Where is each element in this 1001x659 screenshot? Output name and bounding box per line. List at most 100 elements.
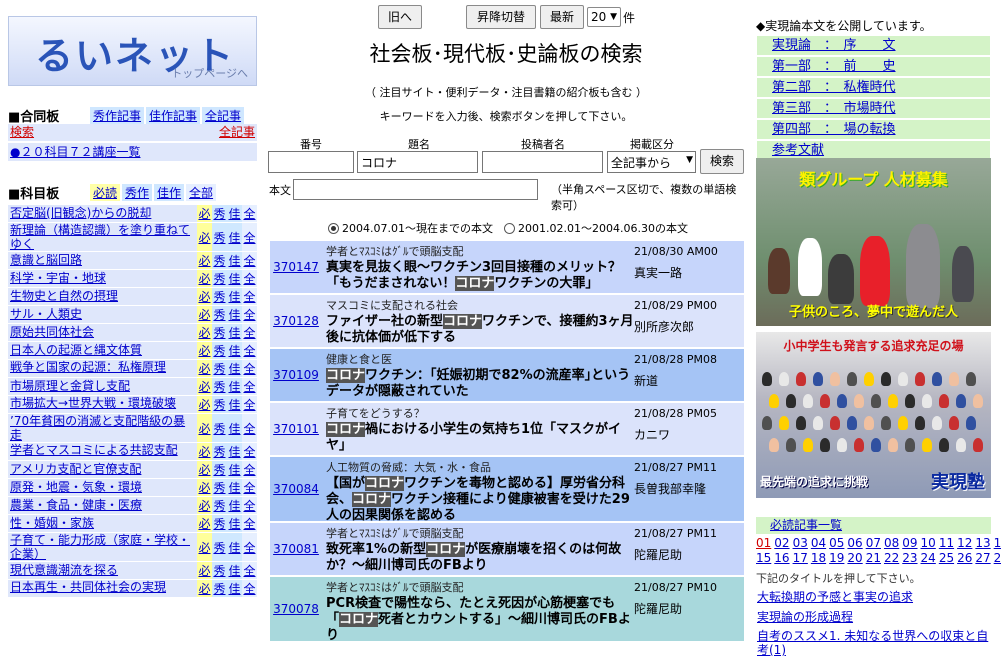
subject-hitsu-link[interactable]: 必 xyxy=(197,533,212,561)
must-read-page-link[interactable]: 05 xyxy=(829,536,844,550)
subject-link[interactable]: 否定脳(旧観念)からの脱却 xyxy=(8,205,197,222)
subject-hitsu-link[interactable]: 必 xyxy=(197,205,212,222)
subject-hitsu-link[interactable]: 必 xyxy=(197,461,212,478)
subject-shu-link[interactable]: 秀 xyxy=(212,378,227,395)
subject-link[interactable]: 原発・地震・気象・環境 xyxy=(8,479,197,496)
subject-zen-link[interactable]: 全 xyxy=(242,270,257,287)
must-read-page-link[interactable]: 07 xyxy=(866,536,881,550)
subject-ka-link[interactable]: 佳 xyxy=(227,497,242,514)
theory-link[interactable]: 実現論 ： 序 文 xyxy=(757,36,990,55)
subject-zen-link[interactable]: 全 xyxy=(242,360,257,377)
result-title-link[interactable]: 【国がコロナワクチンを毒物と認める】厚労省分科会、コロナワクチン接種により健康被… xyxy=(326,476,634,524)
subject-shu-link[interactable]: 秀 xyxy=(212,515,227,532)
title-input[interactable]: コロナ xyxy=(357,151,478,173)
subject-shu-link[interactable]: 秀 xyxy=(212,324,227,341)
subject-link[interactable]: 生物史と自然の摂理 xyxy=(8,288,197,305)
must-read-page-link[interactable]: 13 xyxy=(975,536,990,550)
subject-hitsu-link[interactable]: 必 xyxy=(197,270,212,287)
must-read-page-link[interactable]: 15 xyxy=(756,551,771,565)
subject-ka-link[interactable]: 佳 xyxy=(227,252,242,269)
subject-zen-link[interactable]: 全 xyxy=(242,497,257,514)
category-select[interactable]: 全記事から ▼ xyxy=(607,151,696,173)
must-read-page-link[interactable]: 14 xyxy=(994,536,1001,550)
subject-link[interactable]: 農業・食品・健康・医療 xyxy=(8,497,197,514)
must-read-page-link[interactable]: 12 xyxy=(957,536,972,550)
subject-shu-link[interactable]: 秀 xyxy=(212,288,227,305)
subject-ka-link[interactable]: 佳 xyxy=(227,205,242,222)
must-read-page-link[interactable]: 04 xyxy=(811,536,826,550)
subject-shu-link[interactable]: 秀 xyxy=(212,360,227,377)
subject-ka-link[interactable]: 佳 xyxy=(227,342,242,359)
subject-shu-link[interactable]: 秀 xyxy=(212,443,227,460)
subject-shu-link[interactable]: 秀 xyxy=(212,497,227,514)
subject-link[interactable]: 意識と脳回路 xyxy=(8,252,197,269)
subject-hitsu-link[interactable]: 必 xyxy=(197,223,212,251)
sort-toggle-button[interactable]: 昇降切替 xyxy=(466,5,536,29)
subject-ka-link[interactable]: 佳 xyxy=(227,378,242,395)
subject-zen-link[interactable]: 全 xyxy=(242,288,257,305)
subject-link[interactable]: 子育て・能力形成（家庭・学校・企業） xyxy=(8,533,197,561)
count-select[interactable]: 20 ▼ xyxy=(587,7,621,27)
subject-ka-link[interactable]: 佳 xyxy=(227,562,242,579)
subject-link[interactable]: ’70年貧困の消滅と支配階級の暴走 xyxy=(8,414,197,442)
body-input[interactable] xyxy=(293,179,538,200)
result-title-link[interactable]: コロナ禍における小学生の気持ち1位「マスクがイヤ」 xyxy=(326,422,634,454)
subject-link[interactable]: 日本再生・共同体社会の実現 xyxy=(8,580,197,597)
subject-ka-link[interactable]: 佳 xyxy=(227,223,242,251)
subject-zen-link[interactable]: 全 xyxy=(242,252,257,269)
result-category[interactable]: 健康と食と医 xyxy=(326,351,392,368)
subject-shu-link[interactable]: 秀 xyxy=(212,562,227,579)
subject-zen-link[interactable]: 全 xyxy=(242,306,257,323)
subject-shu-link[interactable]: 秀 xyxy=(212,342,227,359)
must-read-page-link[interactable]: 03 xyxy=(793,536,808,550)
subject-zen-link[interactable]: 全 xyxy=(242,443,257,460)
subject-hitsu-link[interactable]: 必 xyxy=(197,306,212,323)
subject-hitsu-link[interactable]: 必 xyxy=(197,396,212,413)
subject-ka-link[interactable]: 佳 xyxy=(227,443,242,460)
subject-link[interactable]: 科学・宇宙・地球 xyxy=(8,270,197,287)
must-read-page-link[interactable]: 19 xyxy=(829,551,844,565)
subject-hitsu-link[interactable]: 必 xyxy=(197,443,212,460)
subject-shu-link[interactable]: 秀 xyxy=(212,306,227,323)
subject-hitsu-link[interactable]: 必 xyxy=(197,342,212,359)
subject-zen-link[interactable]: 全 xyxy=(242,324,257,341)
result-category[interactable]: 人工物質の脅威：大気・水・食品 xyxy=(326,459,491,476)
subject-link[interactable]: サル・人類史 xyxy=(8,306,197,323)
subject-ka-link[interactable]: 佳 xyxy=(227,580,242,597)
range-old-radio[interactable]: 2001.02.01～2004.06.30の本文 xyxy=(504,220,688,236)
result-title-link[interactable]: コロナワクチン：｢妊娠初期で82%の流産率｣というデータが隠蔽されていた xyxy=(326,368,634,400)
top-page-link[interactable]: トップページへ xyxy=(171,65,248,81)
result-id-link[interactable]: 370128 xyxy=(273,314,319,328)
subject-zen-link[interactable]: 全 xyxy=(242,580,257,597)
subject-shu-link[interactable]: 秀 xyxy=(212,252,227,269)
result-category[interactable]: 学者とﾏｽｺﾐはｸﾞﾙで頭脳支配 xyxy=(326,243,464,260)
subject-shu-link[interactable]: 秀 xyxy=(212,533,227,561)
subject-zen-link[interactable]: 全 xyxy=(242,479,257,496)
result-title-link[interactable]: PCR検査で陽性なら、たとえ死因が心筋梗塞でも「コロナ死者とカウントする」～細川… xyxy=(326,596,634,644)
result-title-link[interactable]: 真実を見抜く眼～ワクチン3回目接種のメリット？「もうだまされない！コロナワクチン… xyxy=(326,260,634,292)
subject-hitsu-link[interactable]: 必 xyxy=(197,580,212,597)
result-id-link[interactable]: 370109 xyxy=(273,368,319,382)
must-read-page-link[interactable]: 06 xyxy=(847,536,862,550)
subject-zen-link[interactable]: 全 xyxy=(242,562,257,579)
subject-hitsu-link[interactable]: 必 xyxy=(197,414,212,442)
subject-link[interactable]: 市場原理と金貸し支配 xyxy=(8,378,197,395)
theory-link[interactable]: 第四部 ： 場の転換 xyxy=(757,120,990,139)
subject-hitsu-link[interactable]: 必 xyxy=(197,252,212,269)
feature-link[interactable]: 実現論の形成過程 xyxy=(757,610,853,624)
subject-zen-link[interactable]: 全 xyxy=(242,461,257,478)
godo-search-link[interactable]: 検索 xyxy=(10,124,34,141)
subject-hitsu-link[interactable]: 必 xyxy=(197,378,212,395)
subject-ka-link[interactable]: 佳 xyxy=(227,360,242,377)
subject-hitsu-link[interactable]: 必 xyxy=(197,360,212,377)
must-read-page-link[interactable]: 22 xyxy=(884,551,899,565)
subject-shu-link[interactable]: 秀 xyxy=(212,414,227,442)
must-read-page-link[interactable]: 16 xyxy=(774,551,789,565)
result-category[interactable]: 子育てをどうする？ xyxy=(326,405,425,422)
subject-hitsu-link[interactable]: 必 xyxy=(197,288,212,305)
result-id-link[interactable]: 370081 xyxy=(273,542,319,556)
subject-shu-link[interactable]: 秀 xyxy=(212,479,227,496)
subject-ka-link[interactable]: 佳 xyxy=(227,414,242,442)
subject-link[interactable]: 学者とマスコミによる共認支配 xyxy=(8,443,197,460)
prev-button[interactable]: 旧へ xyxy=(378,5,422,29)
